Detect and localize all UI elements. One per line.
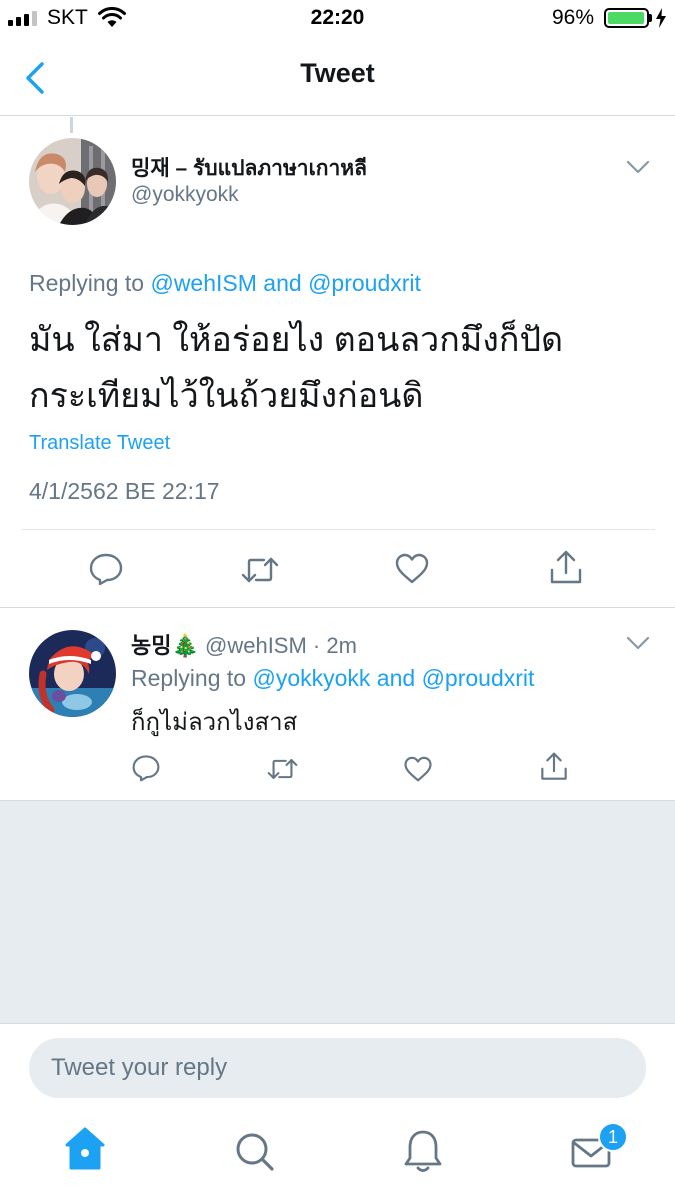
reply-tweet-text: ก็กูไม่ลวกไงสาส <box>131 709 298 736</box>
divider <box>22 529 655 530</box>
chevron-down-icon[interactable] <box>626 160 650 174</box>
reply-tweet-handle-time[interactable]: @wehISM · 2m <box>205 633 357 658</box>
battery-icon <box>604 8 649 28</box>
mention-link[interactable]: @wehISM <box>150 270 256 296</box>
main-tweet-text-line: มัน ใส่มา ให้อร่อยไง ตอนลวกมึงก็ปัด <box>29 321 564 359</box>
reply-composer <box>0 1024 675 1112</box>
main-tweet-timestamp: 4/1/2562 BE 22:17 <box>29 478 220 504</box>
battery-level-fill <box>608 12 644 24</box>
notifications-icon[interactable] <box>393 1112 453 1192</box>
reply-tweet-replying-to: Replying to @yokkyokk and @proudxrit <box>131 665 534 692</box>
main-tweet-text: มัน ใส่มา ให้อร่อยไง ตอนลวกมึงก็ปัด กระเ… <box>29 312 649 424</box>
like-heart-icon[interactable] <box>403 756 433 783</box>
battery-cap <box>649 14 652 22</box>
search-icon[interactable] <box>224 1112 284 1192</box>
mention-link[interactable]: @yokkyokk <box>252 665 370 691</box>
tab-bar: 1 <box>0 1112 675 1200</box>
share-icon[interactable] <box>539 752 569 782</box>
tweet-reply-input[interactable] <box>29 1038 646 1098</box>
reply-icon[interactable] <box>88 552 124 586</box>
translate-tweet-link[interactable]: Translate Tweet <box>29 432 170 455</box>
mention-link[interactable]: @proudxrit <box>422 665 535 691</box>
battery-percentage: 96% <box>552 6 595 29</box>
main-tweet-replying-to: Replying to @wehISM and @proudxrit <box>29 270 421 297</box>
reply-tweet-avatar[interactable] <box>29 630 116 717</box>
mention-conjunction[interactable]: and <box>377 665 415 691</box>
home-icon[interactable] <box>55 1112 115 1192</box>
retweet-icon[interactable] <box>266 756 299 782</box>
messages-unread-badge: 1 <box>598 1122 628 1152</box>
main-tweet-avatar[interactable] <box>29 138 116 225</box>
reply-icon[interactable] <box>131 754 161 782</box>
navigation-bar: Tweet <box>0 38 675 116</box>
share-icon[interactable] <box>548 550 584 586</box>
status-bar: SKT 22:20 96% <box>0 0 675 38</box>
thread-connector-line <box>70 117 73 133</box>
reply-tweet-header: 농밍🎄 @wehISM · 2m <box>131 628 357 660</box>
main-tweet-display-name[interactable]: 밍재 – รับแปลภาษาเกาหลี <box>131 152 367 185</box>
main-tweet-text-line: กระเทียมไว้ในถ้วยมึงก่อนดิ <box>29 377 424 415</box>
reply-tweet-display-name[interactable]: 농밍🎄 <box>131 633 199 658</box>
like-heart-icon[interactable] <box>394 553 430 585</box>
replying-prefix: Replying to <box>29 270 145 296</box>
mention-conjunction[interactable]: and <box>263 270 301 296</box>
retweet-icon[interactable] <box>240 554 280 586</box>
chevron-down-icon[interactable] <box>626 636 650 650</box>
replying-prefix: Replying to <box>131 665 247 691</box>
page-title: Tweet <box>300 58 375 88</box>
empty-thread-area <box>0 800 675 1024</box>
section-separator <box>0 607 675 608</box>
main-tweet-handle[interactable]: @yokkyokk <box>131 183 239 207</box>
charging-bolt-icon <box>656 8 666 28</box>
mention-link[interactable]: @proudxrit <box>308 270 421 296</box>
